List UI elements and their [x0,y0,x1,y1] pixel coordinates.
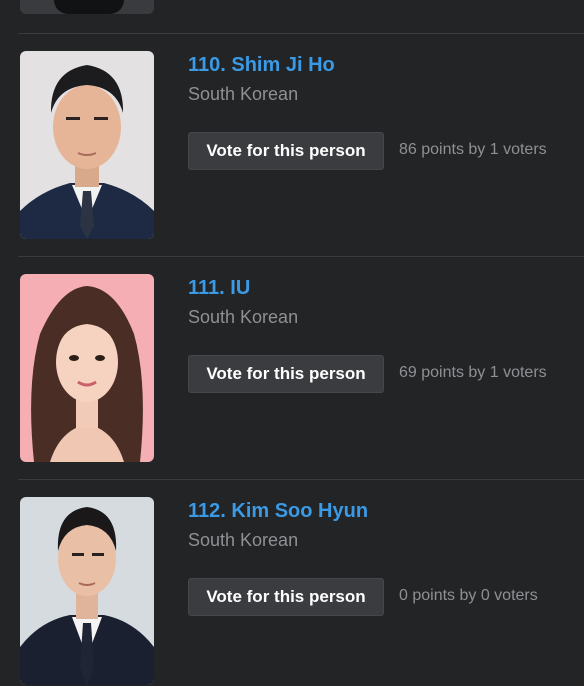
person-card: 110. Shim Ji Ho South Korean Vote for th… [0,51,584,241]
person-card: 111. IU South Korean Vote for this perso… [0,274,584,464]
vote-button[interactable]: Vote for this person [188,355,384,393]
portrait-image [20,497,154,685]
person-name-link[interactable]: 111. IU [188,277,250,300]
person-photo[interactable] [20,274,154,462]
points-summary: 0 points by 0 voters [399,587,538,604]
divider [18,479,584,480]
person-nationality: South Korean [188,84,299,104]
previous-person-photo[interactable] [20,0,154,14]
portrait-image [20,51,154,239]
divider [18,256,584,257]
portrait-image [20,274,154,462]
divider [18,33,584,34]
person-name-link[interactable]: 110. Shim Ji Ho [188,54,335,77]
person-nationality: South Korean [188,307,299,327]
person-photo[interactable] [20,51,154,239]
person-photo[interactable] [20,497,154,685]
vote-button[interactable]: Vote for this person [188,132,384,170]
person-name-link[interactable]: 112. Kim Soo Hyun [188,500,368,523]
vote-button[interactable]: Vote for this person [188,578,384,616]
person-nationality: South Korean [188,530,299,550]
points-summary: 69 points by 1 voters [399,364,547,381]
points-summary: 86 points by 1 voters [399,141,547,158]
ranking-list: 110. Shim Ji Ho South Korean Vote for th… [0,0,584,686]
person-card: 112. Kim Soo Hyun South Korean Vote for … [0,497,584,686]
